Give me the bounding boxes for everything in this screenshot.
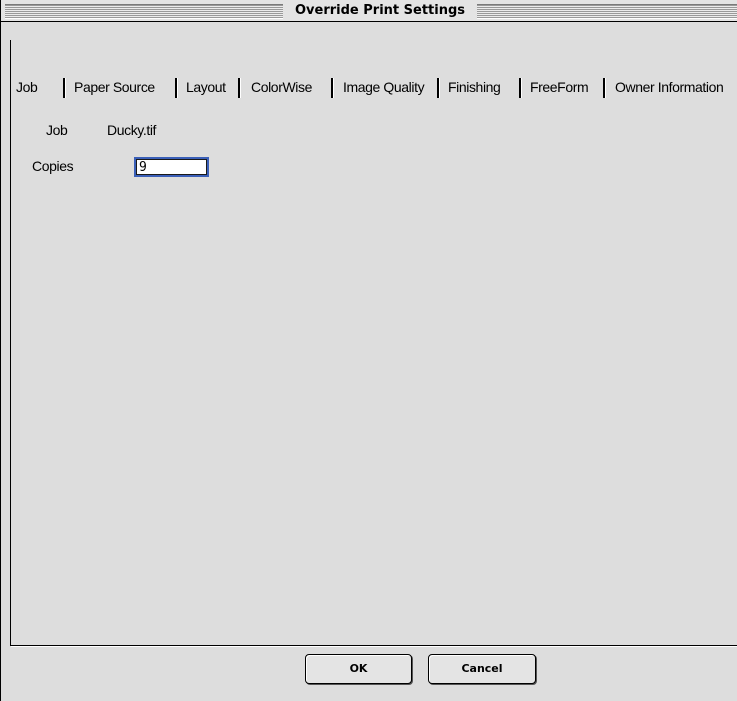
- tab-owner-information[interactable]: Owner Information: [615, 75, 724, 99]
- cancel-button[interactable]: Cancel: [428, 654, 536, 684]
- tab-separator: [331, 78, 334, 98]
- tab-separator: [175, 78, 178, 98]
- title-bar-stripes-right: [477, 4, 737, 19]
- tab-separator: [63, 78, 66, 98]
- window-title: Override Print Settings: [294, 3, 466, 18]
- ok-button[interactable]: OK: [305, 654, 412, 684]
- copies-label: Copies: [32, 158, 74, 174]
- copies-input[interactable]: [134, 157, 209, 177]
- job-filename-value: Ducky.tif: [107, 122, 157, 138]
- title-bar-stripes-left: [5, 4, 283, 19]
- tab-finishing[interactable]: Finishing: [448, 75, 501, 99]
- tab-separator: [238, 78, 241, 98]
- title-bar[interactable]: Override Print Settings: [1, 0, 737, 22]
- tab-freeform[interactable]: FreeForm: [530, 75, 589, 99]
- tab-colorwise[interactable]: ColorWise: [251, 75, 312, 99]
- tab-separator: [519, 78, 522, 98]
- tab-separator: [437, 78, 440, 98]
- tab-image-quality[interactable]: Image Quality: [343, 75, 425, 99]
- divider-highlight: [11, 646, 737, 647]
- tab-layout[interactable]: Layout: [186, 75, 226, 99]
- left-border: [10, 40, 11, 646]
- override-print-settings-window: Override Print Settings Job Paper Source…: [0, 0, 737, 701]
- job-label: Job: [46, 122, 68, 138]
- tab-job[interactable]: Job: [16, 75, 38, 99]
- tab-paper-source[interactable]: Paper Source: [74, 75, 155, 99]
- tab-separator: [603, 78, 606, 98]
